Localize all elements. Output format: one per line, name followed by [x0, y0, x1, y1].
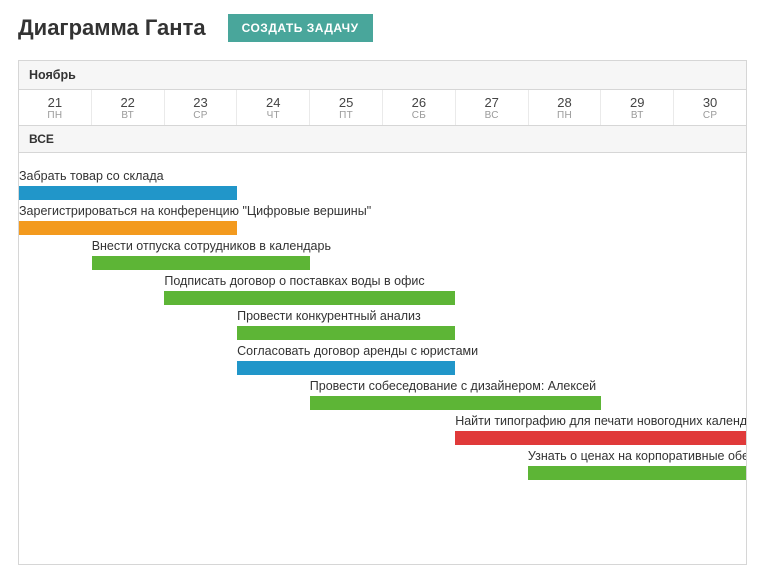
day-weekday: ЧТ	[237, 110, 309, 121]
gantt-task-label: Провести конкурентный анализ	[237, 309, 421, 324]
day-column: 25ПТ	[310, 90, 383, 125]
day-weekday: ПН	[19, 110, 91, 121]
gantt-task-row[interactable]: Провести собеседование с дизайнером: Але…	[19, 379, 746, 414]
day-column: 26СБ	[383, 90, 456, 125]
gantt-chart: Ноябрь 21ПН22ВТ23СР24ЧТ25ПТ26СБ27ВС28ПН2…	[18, 60, 747, 565]
day-number: 27	[456, 95, 528, 110]
day-number: 25	[310, 95, 382, 110]
day-column: 24ЧТ	[237, 90, 310, 125]
all-row-label: ВСЕ	[19, 126, 746, 153]
gantt-task-row[interactable]: Внести отпуска сотрудников в календарь	[19, 239, 746, 274]
day-weekday: ПТ	[310, 110, 382, 121]
gantt-task-label: Найти типографию для печати новогодних к…	[455, 414, 747, 429]
day-column: 21ПН	[19, 90, 92, 125]
gantt-bar[interactable]	[310, 396, 601, 410]
day-number: 26	[383, 95, 455, 110]
gantt-bar[interactable]	[528, 466, 746, 480]
gantt-task-label: Согласовать договор аренды с юристами	[237, 344, 478, 359]
day-number: 23	[165, 95, 237, 110]
gantt-task-label: Зарегистрироваться на конференцию "Цифро…	[19, 204, 371, 219]
gantt-task-label: Провести собеседование с дизайнером: Але…	[310, 379, 596, 394]
day-weekday: ВС	[456, 110, 528, 121]
day-number: 24	[237, 95, 309, 110]
day-weekday: ВТ	[601, 110, 673, 121]
create-task-button[interactable]: СОЗДАТЬ ЗАДАЧУ	[228, 14, 373, 42]
day-number: 22	[92, 95, 164, 110]
gantt-task-label: Внести отпуска сотрудников в календарь	[92, 239, 331, 254]
gantt-bar[interactable]	[164, 291, 455, 305]
gantt-bar[interactable]	[237, 361, 455, 375]
gantt-bar[interactable]	[455, 431, 746, 445]
gantt-bar[interactable]	[19, 186, 237, 200]
gantt-bars-area: Забрать товар со склада Зарегистрироватьс…	[19, 153, 746, 564]
day-column: 23СР	[165, 90, 238, 125]
gantt-bar[interactable]	[19, 221, 237, 235]
gantt-task-row[interactable]: Подписать договор о поставках воды в офи…	[19, 274, 746, 309]
day-column: 29ВТ	[601, 90, 674, 125]
gantt-task-label: Подписать договор о поставках воды в офи…	[164, 274, 424, 289]
gantt-task-row[interactable]: Согласовать договор аренды с юристами	[19, 344, 746, 379]
gantt-task-row[interactable]: Провести конкурентный анализ	[19, 309, 746, 344]
page-title: Диаграмма Ганта	[18, 15, 206, 41]
gantt-task-row[interactable]: Зарегистрироваться на конференцию "Цифро…	[19, 204, 746, 239]
month-label: Ноябрь	[19, 61, 746, 90]
day-number: 29	[601, 95, 673, 110]
gantt-bar[interactable]	[92, 256, 310, 270]
day-weekday: СР	[674, 110, 746, 121]
gantt-task-row[interactable]: Найти типографию для печати новогодних к…	[19, 414, 746, 449]
day-number: 28	[529, 95, 601, 110]
gantt-task-row[interactable]: Узнать о ценах на корпоративные обеды	[19, 449, 746, 484]
day-number: 21	[19, 95, 91, 110]
gantt-task-label: Узнать о ценах на корпоративные обеды	[528, 449, 747, 464]
gantt-task-row[interactable]: Забрать товар со склада	[19, 169, 746, 204]
day-weekday: СР	[165, 110, 237, 121]
day-column: 27ВС	[456, 90, 529, 125]
day-weekday: ПН	[529, 110, 601, 121]
day-column: 22ВТ	[92, 90, 165, 125]
days-header: 21ПН22ВТ23СР24ЧТ25ПТ26СБ27ВС28ПН29ВТ30СР	[19, 90, 746, 126]
day-column: 28ПН	[529, 90, 602, 125]
gantt-task-label: Забрать товар со склада	[19, 169, 164, 184]
day-weekday: ВТ	[92, 110, 164, 121]
day-column: 30СР	[674, 90, 746, 125]
day-number: 30	[674, 95, 746, 110]
page-header: Диаграмма Ганта СОЗДАТЬ ЗАДАЧУ	[18, 14, 747, 42]
day-weekday: СБ	[383, 110, 455, 121]
gantt-bar[interactable]	[237, 326, 455, 340]
